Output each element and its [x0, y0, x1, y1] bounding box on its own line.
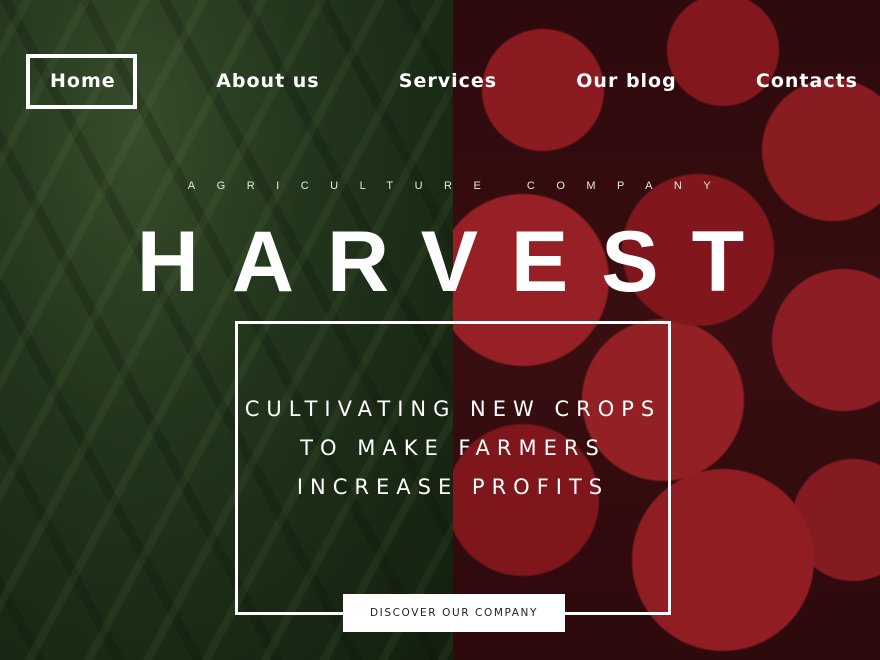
nav-item-our-blog[interactable]: Our blog [576, 54, 676, 109]
discover-company-button[interactable]: DISCOVER OUR COMPANY [343, 594, 565, 632]
nav-item-services[interactable]: Services [399, 54, 497, 109]
hero-kicker: AGRICULTURE COMPANY [187, 180, 733, 192]
nav-item-contacts[interactable]: Contacts [756, 54, 858, 109]
nav-item-about-us[interactable]: About us [216, 54, 319, 109]
main-navigation: Home About us Services Our blog Contacts [26, 54, 858, 109]
hero-title: HARVEST [136, 214, 778, 310]
nav-item-home[interactable]: Home [26, 54, 137, 109]
hero-tagline: CULTIVATING NEW CROPS TO MAKE FARMERS IN… [244, 397, 662, 499]
